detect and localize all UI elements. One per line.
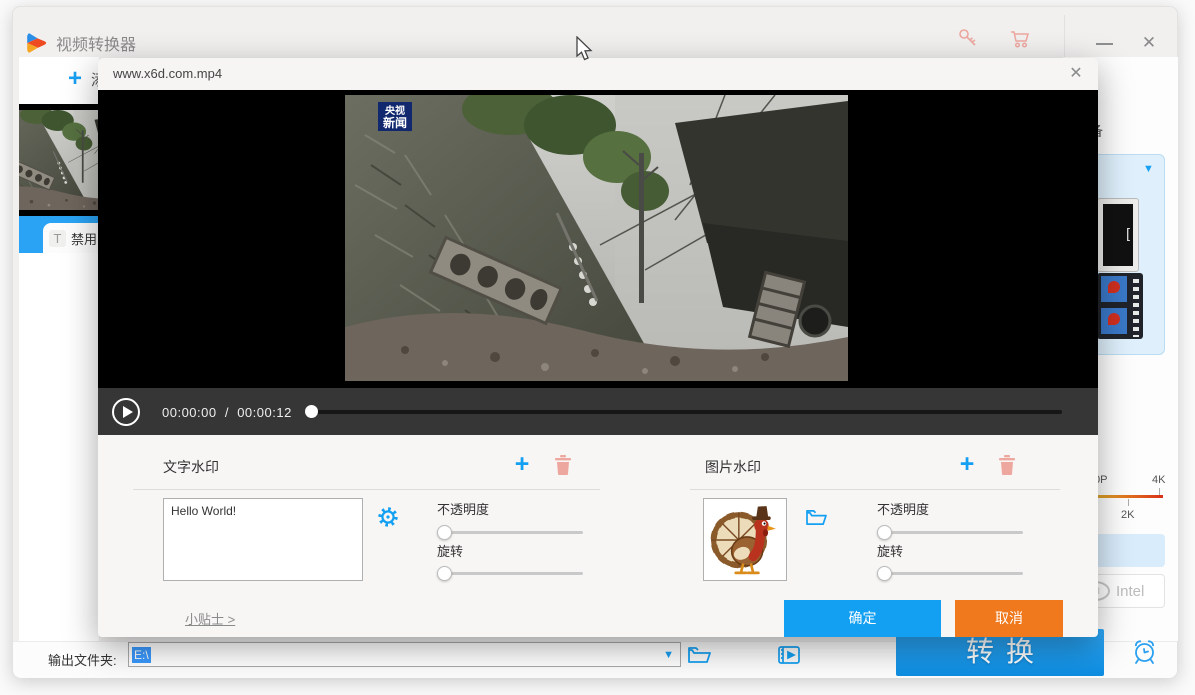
ok-button[interactable]: 确定 — [784, 600, 941, 637]
text-tool-icon: T — [49, 230, 66, 247]
badge-line2: 新闻 — [383, 115, 407, 130]
add-file-plus-icon[interactable]: + — [68, 65, 82, 93]
output-folder-combobox[interactable]: E:\ ▼ — [128, 642, 681, 667]
text-opacity-slider[interactable] — [437, 531, 583, 534]
text-watermark-title: 文字水印 — [163, 457, 219, 477]
preview-video-icon[interactable] — [777, 644, 801, 666]
open-folder-icon[interactable] — [687, 644, 711, 666]
monitor-preview: [ — [1097, 198, 1139, 272]
settings-box — [1087, 534, 1165, 567]
watermark-image-preview[interactable] — [703, 498, 787, 581]
image-rotate-slider[interactable] — [877, 572, 1023, 575]
add-image-watermark-button[interactable]: + — [954, 452, 980, 478]
bottom-bar: 输出文件夹: E:\ ▼ 转换 — [13, 641, 1177, 678]
combo-dropdown-icon[interactable]: ▼ — [663, 649, 674, 661]
image-rotate-label: 旋转 — [877, 541, 903, 560]
text-opacity-label: 不透明度 — [437, 499, 489, 518]
add-text-watermark-button[interactable]: + — [509, 452, 535, 478]
filmstrip-preview — [1097, 273, 1143, 339]
video-frame: 央视 新闻 — [345, 95, 848, 381]
image-watermark-title: 图片水印 — [705, 457, 761, 477]
text-rotate-label: 旋转 — [437, 541, 463, 560]
delete-image-watermark-icon[interactable] — [998, 454, 1016, 475]
total-time: 00:00:12 — [237, 405, 292, 420]
resolution-mid-label: 2K — [1121, 509, 1134, 521]
app-title: 视频转换器 — [56, 31, 136, 55]
delete-text-watermark-icon[interactable] — [554, 454, 572, 475]
monitor-screen: [ — [1103, 204, 1133, 266]
intel-badge: tel Intel — [1087, 574, 1165, 608]
time-display: 00:00:00 / 00:00:12 — [162, 405, 292, 420]
play-button[interactable] — [112, 398, 140, 426]
resolution-tick-4k — [1159, 488, 1160, 495]
add-file-toolbar: + 添 — [19, 57, 99, 99]
text-tab-label: 禁用 — [71, 229, 97, 248]
minimize-button[interactable] — [1096, 43, 1113, 45]
seek-bar[interactable] — [305, 410, 1062, 414]
resolution-right-label: 4K — [1152, 474, 1165, 486]
watermark-text-input[interactable]: Hello World! — [163, 498, 363, 581]
seek-thumb[interactable] — [305, 405, 318, 418]
resolution-tick-2k — [1128, 499, 1129, 506]
filmstrip-perforations — [1133, 275, 1139, 337]
image-opacity-label: 不透明度 — [877, 499, 929, 518]
output-path-value: E:\ — [132, 647, 151, 663]
text-settings-gear-icon[interactable] — [377, 506, 399, 528]
cart-icon[interactable] — [1009, 28, 1031, 50]
register-key-icon[interactable] — [957, 27, 979, 49]
video-thumbnail[interactable] — [19, 104, 99, 216]
image-section-divider — [690, 489, 1060, 490]
filmstrip-frame — [1101, 276, 1127, 302]
text-section-divider — [133, 489, 600, 490]
image-rotate-thumb[interactable] — [877, 566, 892, 581]
tips-link[interactable]: 小贴士 > — [185, 609, 235, 628]
app-logo-icon — [25, 31, 49, 55]
text-rotate-slider[interactable] — [437, 572, 583, 575]
cctv-news-badge: 央视 新闻 — [378, 102, 412, 131]
turkey-image — [708, 503, 782, 577]
video-preview-area: 央视 新闻 — [98, 90, 1098, 388]
resolution-slider[interactable] — [1087, 495, 1163, 498]
filmstrip-frame — [1101, 308, 1127, 334]
text-opacity-thumb[interactable] — [437, 525, 452, 540]
dialog-title: www.x6d.com.mp4 — [113, 66, 222, 81]
image-opacity-thumb[interactable] — [877, 525, 892, 540]
current-time: 00:00:00 — [162, 405, 217, 420]
intel-name: Intel — [1116, 583, 1144, 600]
text-rotate-thumb[interactable] — [437, 566, 452, 581]
schedule-alarm-icon[interactable] — [1131, 638, 1158, 665]
image-opacity-slider[interactable] — [877, 531, 1023, 534]
cancel-button[interactable]: 取消 — [955, 600, 1063, 637]
browse-image-folder-icon[interactable] — [805, 508, 828, 527]
output-folder-label: 输出文件夹: — [48, 650, 117, 669]
app-titlebar: 视频转换器 ✕ — [13, 7, 1177, 57]
dialog-close-icon[interactable]: ✕ — [1066, 64, 1086, 84]
dialog-titlebar: www.x6d.com.mp4 ✕ — [98, 58, 1098, 90]
close-button[interactable]: ✕ — [1139, 33, 1159, 53]
time-separator: / — [225, 405, 229, 420]
format-dropdown-icon[interactable]: ▼ — [1143, 163, 1154, 175]
watermark-dialog: www.x6d.com.mp4 ✕ 央视 新闻 00:00:00 / 00:00… — [98, 58, 1098, 637]
titlebar-separator — [1064, 15, 1065, 59]
text-watermark-tab[interactable]: T 禁用 — [43, 223, 99, 253]
